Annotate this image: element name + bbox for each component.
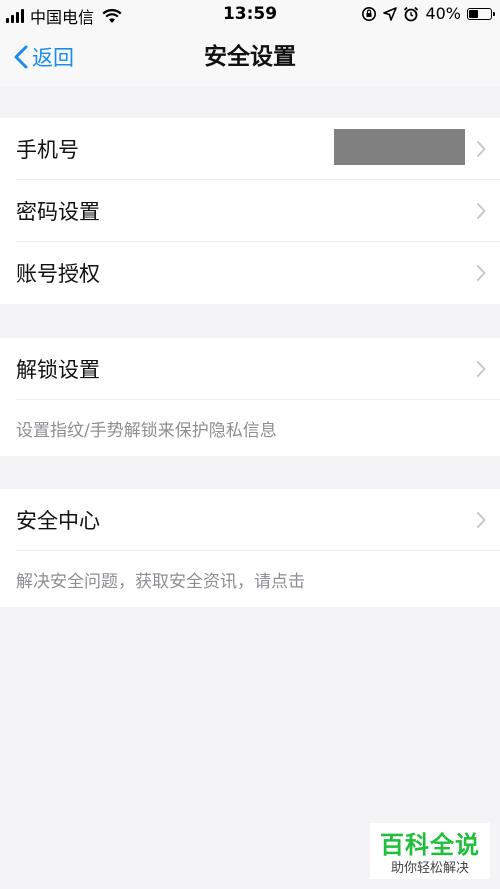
account-authorization-label: 账号授权 — [16, 262, 100, 286]
location-icon — [383, 6, 398, 21]
status-bar: 中国电信 13:59 40% — [0, 0, 500, 28]
page-title: 安全设置 — [204, 44, 296, 70]
phone-number-row[interactable]: 手机号 — [0, 118, 500, 180]
navigation-bar: 返回 安全设置 — [0, 28, 500, 86]
chevron-right-icon — [476, 360, 486, 378]
battery-percent: 40% — [425, 4, 461, 23]
security-center-description: 解决安全问题，获取安全资讯，请点击 — [16, 571, 305, 592]
password-settings-row[interactable]: 密码设置 — [0, 180, 500, 242]
unlock-settings-description: 设置指纹/手势解锁来保护隐私信息 — [16, 420, 277, 441]
watermark-title: 百科全说 — [380, 831, 480, 859]
battery-fill — [469, 9, 479, 18]
watermark-logo: 百科全说 助你轻松解决 — [370, 823, 490, 879]
row-divider — [16, 550, 500, 551]
orientation-lock-icon — [362, 6, 377, 21]
account-settings-group: 手机号 密码设置 账号授权 — [0, 118, 500, 304]
alarm-icon — [404, 6, 419, 21]
password-settings-label: 密码设置 — [16, 200, 100, 224]
unlock-settings-label: 解锁设置 — [16, 358, 100, 382]
watermark-subtitle: 助你轻松解决 — [390, 861, 469, 876]
security-center-label: 安全中心 — [16, 509, 100, 533]
battery-icon — [467, 7, 495, 20]
row-divider — [16, 399, 500, 400]
phone-number-label: 手机号 — [16, 138, 79, 162]
chevron-right-icon — [476, 264, 486, 282]
chevron-right-icon — [476, 140, 486, 158]
unlock-settings-row[interactable]: 解锁设置 — [0, 338, 500, 400]
unlock-settings-group: 解锁设置 设置指纹/手势解锁来保护隐私信息 — [0, 338, 500, 456]
account-authorization-row[interactable]: 账号授权 — [0, 242, 500, 304]
chevron-right-icon — [476, 511, 486, 529]
status-right: 40% — [361, 4, 495, 23]
redacted-phone-number — [334, 129, 465, 165]
security-center-group: 安全中心 解决安全问题，获取安全资讯，请点击 — [0, 489, 500, 607]
security-center-row[interactable]: 安全中心 — [0, 489, 500, 551]
chevron-right-icon — [476, 202, 486, 220]
